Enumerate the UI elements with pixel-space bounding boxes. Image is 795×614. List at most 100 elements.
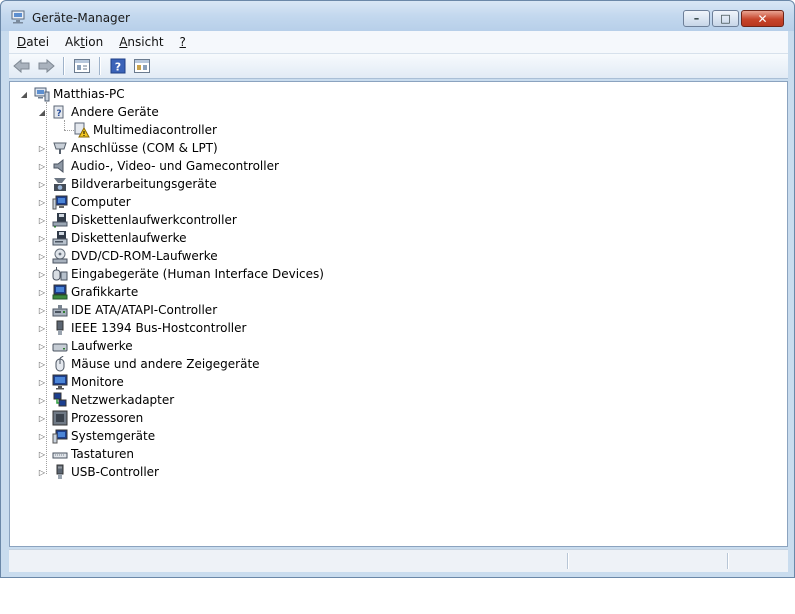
device-tree[interactable]: ◢ Matthias-PC ◢ ? Andere Geräte Multimed… [9,81,788,547]
collapse-icon[interactable]: ◢ [38,108,46,117]
maximize-button[interactable]: □ [712,10,739,27]
expand-icon[interactable]: ▷ [38,306,46,315]
tree-item-multimediacontroller[interactable]: Multimediacontroller [74,121,217,139]
tree-item-computer[interactable]: ▷ Computer [38,193,131,211]
tree-item-ieee1394[interactable]: ▷ IEEE 1394 Bus-Hostcontroller [38,319,246,337]
tree-item-systemgeraete[interactable]: ▷ Systemgeräte [38,427,155,445]
tree-item-label: Andere Geräte [71,105,159,119]
collapse-icon[interactable]: ◢ [20,90,28,99]
close-icon: ✕ [757,11,768,26]
tree-item-audio[interactable]: ▷ Audio-, Video- und Gamecontroller [38,157,279,175]
tree-item-bildverarbeitung[interactable]: ▷ Bildverarbeitungsgeräte [38,175,217,193]
tree-item-label: Laufwerke [71,339,133,353]
tree-item-anschluesse[interactable]: ▷ Anschlüsse (COM & LPT) [38,139,218,157]
menu-help[interactable]: ? [172,35,194,49]
tree-item-label: Netzwerkadapter [71,393,175,407]
menu-ansicht[interactable]: Ansicht [111,35,171,49]
expand-icon[interactable]: ▷ [38,216,46,225]
expand-icon[interactable]: ▷ [38,180,46,189]
expand-icon[interactable]: ▷ [38,234,46,243]
cpu-icon [52,410,68,426]
hid-icon [52,267,68,281]
expand-icon[interactable]: ▷ [38,162,46,171]
forward-button[interactable] [35,56,57,76]
tree-item-label: Audio-, Video- und Gamecontroller [71,159,279,173]
svg-text:?: ? [56,109,61,119]
tree-item-netzwerkadapter[interactable]: ▷ Netzwerkadapter [38,391,174,409]
close-button[interactable]: ✕ [741,10,784,27]
floppy-drive-icon [52,231,68,246]
tree-item-tastaturen[interactable]: ▷ Tastaturen [38,445,134,463]
tree-item-monitore[interactable]: ▷ Monitore [38,373,124,391]
expand-icon[interactable]: ▷ [38,144,46,153]
expand-icon[interactable]: ▷ [38,360,46,369]
expand-icon[interactable]: ▷ [38,342,46,351]
status-separator [727,553,729,569]
tree-item-label: IDE ATA/ATAPI-Controller [71,303,218,317]
keyboard-icon [52,452,68,459]
computer-root-icon [34,87,50,102]
tree-item-eingabegeraete[interactable]: ▷ Eingabegeräte (Human Interface Devices… [38,265,324,283]
tree-item-laufwerke[interactable]: ▷ Laufwerke [38,337,133,355]
tree-item-label: Tastaturen [71,447,134,461]
show-hidden-button[interactable] [131,56,153,76]
usb-icon [56,464,64,479]
tree-item-label: Diskettenlaufwerkcontroller [71,213,237,227]
expand-icon[interactable]: ▷ [38,288,46,297]
tree-item-label: Systemgeräte [71,429,156,443]
tree-item-label: Mäuse und andere Zeigegeräte [71,357,260,371]
tree-item-prozessoren[interactable]: ▷ Prozessoren [38,409,143,427]
menu-datei[interactable]: Datei [9,35,57,49]
title-bar[interactable]: Geräte-Manager – □ ✕ [1,1,794,31]
tree-item-dvd[interactable]: ▷ DVD/CD-ROM-Laufwerke [38,247,218,265]
minimize-button[interactable]: – [683,10,710,27]
help-button[interactable]: ? [107,56,129,76]
tree-item-diskettenlaufwerkcontroller[interactable]: ▷ Diskettenlaufwerkcontroller [38,211,237,229]
menu-bar: Datei Aktion Ansicht ? [9,31,788,54]
window-title: Geräte-Manager [32,11,130,25]
tree-item-label: Diskettenlaufwerke [71,231,187,245]
status-bar [9,549,788,572]
expand-icon[interactable]: ▷ [38,414,46,423]
tree-item-label: Bildverarbeitungsgeräte [71,177,217,191]
status-separator [567,553,569,569]
expand-icon[interactable]: ▷ [38,270,46,279]
tree-item-andere-geraete[interactable]: ◢ ? Andere Geräte [38,103,159,121]
back-button[interactable] [11,56,33,76]
tree-item-usb[interactable]: ▷ USB-Controller [38,463,159,481]
toolbar-separator [99,57,101,75]
expand-icon[interactable]: ▷ [38,198,46,207]
tree-item-ide[interactable]: ▷ IDE ATA/ATAPI-Controller [38,301,217,319]
expand-icon[interactable]: ▷ [38,432,46,441]
tree-guide-child [64,130,74,131]
tree-item-label: USB-Controller [71,465,159,479]
tree-root[interactable]: ◢ Matthias-PC [20,85,125,103]
tree-item-label: Monitore [71,375,124,389]
tree-item-label: Anschlüsse (COM & LPT) [71,141,218,155]
expand-icon[interactable]: ▷ [38,324,46,333]
tree-item-diskettenlaufwerke[interactable]: ▷ Diskettenlaufwerke [38,229,186,247]
tree-item-grafikkarte[interactable]: ▷ Grafikkarte [38,283,138,301]
expand-icon[interactable]: ▷ [38,396,46,405]
unknown-device-icon: ? [53,105,64,119]
expand-icon[interactable]: ▷ [38,468,46,477]
speaker-icon [53,158,64,174]
minimize-icon: – [693,12,700,25]
computer-icon [52,195,68,210]
camera-icon [54,178,66,191]
properties-view-icon [74,59,90,73]
properties-view-button[interactable] [71,56,93,76]
tree-item-label: DVD/CD-ROM-Laufwerke [71,249,218,263]
expand-icon[interactable]: ▷ [38,252,46,261]
forward-icon [38,59,55,73]
menu-aktion[interactable]: Aktion [57,35,111,49]
warning-device-icon [74,122,90,138]
dvd-icon [52,248,68,264]
expand-icon[interactable]: ▷ [38,378,46,387]
tree-item-maeuse[interactable]: ▷ Mäuse und andere Zeigegeräte [38,355,260,373]
expand-icon[interactable]: ▷ [38,450,46,459]
display-adapter-icon [52,284,68,300]
svg-text:?: ? [115,61,121,74]
monitor-icon [52,374,68,390]
show-hidden-icon [134,59,150,73]
